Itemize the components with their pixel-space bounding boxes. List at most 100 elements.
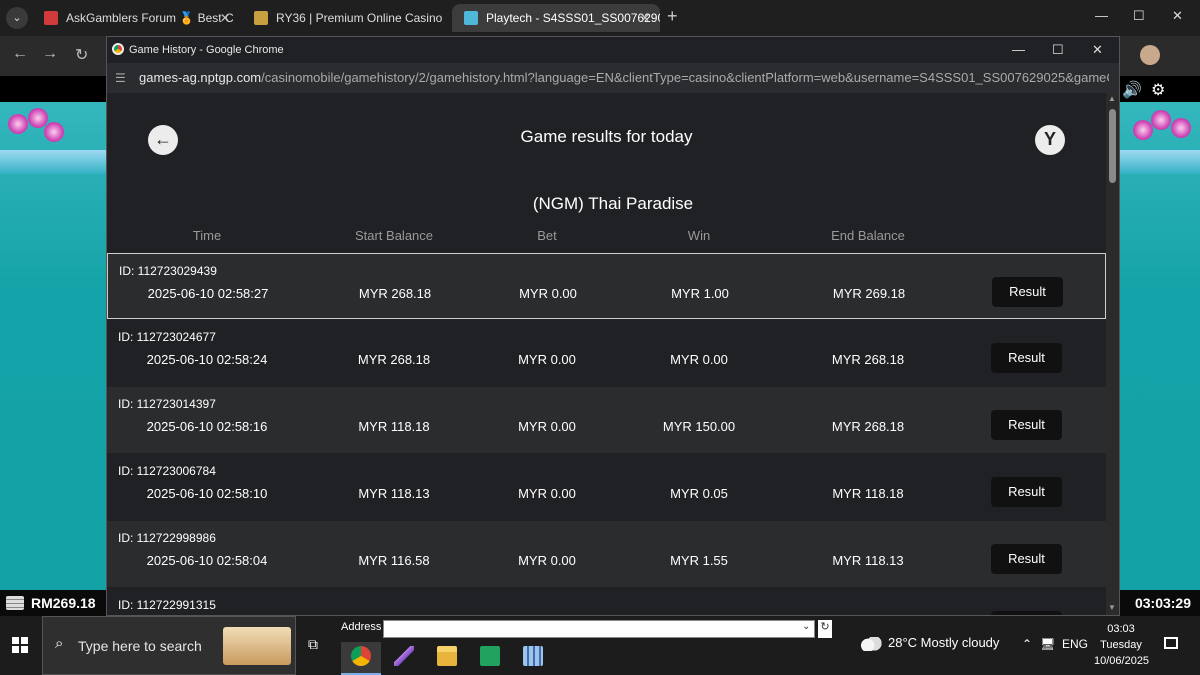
cell-start: MYR 268.18 xyxy=(357,352,431,367)
tray-chevron-icon[interactable]: ⌃ xyxy=(1022,637,1032,651)
profile-avatar[interactable] xyxy=(1140,45,1160,65)
history-content: ← Game results for today Y (NGM) Thai Pa… xyxy=(107,93,1106,615)
tab-label: RY36 | Premium Online Casino xyxy=(276,11,443,25)
scroll-thumb[interactable] xyxy=(1109,109,1116,183)
search-placeholder: Type here to search xyxy=(78,638,202,654)
new-tab-button[interactable]: + xyxy=(667,6,678,27)
folder-icon xyxy=(437,646,457,666)
popup-maximize-button[interactable]: ☐ xyxy=(1052,37,1064,63)
back-arrow-icon[interactable]: ← xyxy=(12,45,28,63)
column-header-win: Win xyxy=(687,228,711,243)
forward-arrow-icon[interactable]: → xyxy=(42,45,58,63)
tab-label: AskGamblers Forum 🏅 Best C xyxy=(66,11,234,25)
taskbar-day: Tuesday xyxy=(1100,639,1142,651)
taskbar-chrome[interactable] xyxy=(341,642,381,675)
calculator-icon xyxy=(523,646,543,666)
cell-bet: MYR 0.00 xyxy=(519,286,577,301)
table-row[interactable]: ID: 112722998986 2025-06-10 02:58:04 MYR 1… xyxy=(107,521,1106,587)
cell-time: 2025-06-10 02:58:04 xyxy=(146,553,268,568)
cell-start: MYR 118.18 xyxy=(358,419,430,434)
round-id: ID: 112722991315 xyxy=(118,598,216,612)
table-row[interactable]: ID: 112723006784 2025-06-10 02:58:10 MYR 1… xyxy=(107,454,1106,520)
filter-button[interactable]: Y xyxy=(1035,125,1065,155)
cell-bet: MYR 0.00 xyxy=(518,352,576,367)
scroll-up-icon[interactable]: ▲ xyxy=(1108,94,1116,103)
result-button[interactable]: Result xyxy=(991,477,1062,507)
notification-icon[interactable] xyxy=(1164,637,1178,649)
cell-bet: MYR 0.00 xyxy=(518,553,576,568)
cell-end: MYR 269.18 xyxy=(832,286,906,301)
gear-icon[interactable]: ⚙ xyxy=(1151,80,1165,100)
column-header-end-balance: End Balance xyxy=(831,228,905,243)
chrome-icon xyxy=(351,646,371,666)
playtech-favicon-icon xyxy=(464,11,478,25)
weather-widget[interactable]: 28°C Mostly cloudy xyxy=(860,635,999,651)
round-id: ID: 112723006784 xyxy=(118,464,216,478)
ry36-favicon-icon xyxy=(254,11,268,25)
table-row[interactable]: ID: 112722991315 Result xyxy=(107,588,1106,615)
reload-icon[interactable]: ↻ xyxy=(75,45,88,65)
popup-url: games-ag.nptgp.com/casinomobile/gamehist… xyxy=(139,70,1109,85)
popup-minimize-button[interactable]: — xyxy=(1012,37,1025,63)
column-header-start-balance: Start Balance xyxy=(354,228,434,243)
askgamblers-favicon-icon xyxy=(44,11,58,25)
taskbar-calculator[interactable] xyxy=(513,642,553,675)
popup-url-bar[interactable]: ☰ games-ag.nptgp.com/casinomobile/gamehi… xyxy=(107,63,1119,93)
task-view-icon[interactable]: ⧉ xyxy=(308,636,318,653)
cell-start: MYR 268.18 xyxy=(358,286,432,301)
site-info-icon[interactable]: ☰ xyxy=(115,63,126,93)
tab-close-icon[interactable]: ✕ xyxy=(220,4,230,32)
feather-icon xyxy=(394,646,414,666)
tab-search-chevron-icon[interactable]: ⌄ xyxy=(6,7,28,29)
cell-win: MYR 1.00 xyxy=(671,286,729,301)
cell-time: 2025-06-10 02:58:24 xyxy=(146,352,268,367)
tab-askgamblers[interactable]: AskGamblers Forum 🏅 Best C ✕ xyxy=(32,4,240,32)
table-row[interactable]: ID: 112723014397 2025-06-10 02:58:16 MYR 1… xyxy=(107,387,1106,453)
cell-time: 2025-06-10 02:58:10 xyxy=(146,486,268,501)
tab-playtech[interactable]: Playtech - S4SSS01_SS0076290 ✕ xyxy=(452,4,660,32)
window-minimize-button[interactable]: — xyxy=(1095,8,1108,23)
taskbar-file-explorer[interactable] xyxy=(427,642,467,675)
popup-scrollbar[interactable]: ▲ ▼ xyxy=(1106,93,1119,615)
tab-label: Playtech - S4SSS01_SS0076290 xyxy=(486,11,660,25)
taskbar-clock[interactable]: 03:03 Tuesday 10/06/2025 xyxy=(1094,621,1149,669)
browser-tab-strip: ⌄ AskGamblers Forum 🏅 Best C ✕ RY36 | Pr… xyxy=(0,0,1200,36)
popup-close-button[interactable]: ✕ xyxy=(1092,37,1103,63)
result-button[interactable]: Result xyxy=(991,611,1062,615)
game-history-popup: Game History - Google Chrome — ☐ ✕ ☰ gam… xyxy=(106,36,1120,616)
tab-ry36[interactable]: RY36 | Premium Online Casino xyxy=(242,4,450,32)
cell-win: MYR 1.55 xyxy=(670,553,728,568)
taskbar-search[interactable]: ⌕ Type here to search xyxy=(42,616,296,675)
round-id: ID: 112723024677 xyxy=(118,330,216,344)
network-icon[interactable]: 🖥 xyxy=(1040,637,1055,651)
taskbar-spreadsheet[interactable] xyxy=(470,642,510,675)
coins-icon xyxy=(6,596,24,610)
cell-win: MYR 0.05 xyxy=(670,486,728,501)
result-button[interactable]: Result xyxy=(991,544,1062,574)
result-button[interactable]: Result xyxy=(991,410,1062,440)
cell-time: 2025-06-10 02:58:16 xyxy=(146,419,268,434)
language-indicator[interactable]: ENG xyxy=(1062,637,1088,651)
column-header-bet: Bet xyxy=(537,228,557,243)
speaker-icon[interactable]: 🔊 xyxy=(1122,80,1142,100)
taskbar-feather-app[interactable] xyxy=(384,642,424,675)
scroll-down-icon[interactable]: ▼ xyxy=(1108,603,1116,612)
game-clock: 03:03:29 xyxy=(1134,595,1191,611)
tab-close-icon[interactable]: ✕ xyxy=(640,4,650,32)
taskbar-time: 03:03 xyxy=(1107,623,1135,635)
window-close-button[interactable]: ✕ xyxy=(1172,8,1183,24)
address-input[interactable] xyxy=(383,620,815,638)
result-button[interactable]: Result xyxy=(992,277,1063,307)
window-maximize-button[interactable]: ☐ xyxy=(1133,8,1145,24)
windows-start-icon[interactable] xyxy=(12,637,28,653)
popup-window-title: Game History - Google Chrome xyxy=(129,44,284,56)
result-button[interactable]: Result xyxy=(991,343,1062,373)
search-highlight-image xyxy=(223,627,291,665)
table-row[interactable]: ID: 112723024677 2025-06-10 02:58:24 MYR 2… xyxy=(107,320,1106,386)
column-header-time: Time xyxy=(192,228,222,243)
address-label: Address xyxy=(341,621,382,633)
address-dropdown-icon[interactable]: ⌄ xyxy=(802,621,810,632)
table-row[interactable]: ID: 112723029439 2025-06-10 02:58:27 MYR 2… xyxy=(107,253,1106,319)
weather-text: 28°C Mostly cloudy xyxy=(888,635,1000,650)
address-go-icon[interactable]: ↻ xyxy=(818,620,832,638)
